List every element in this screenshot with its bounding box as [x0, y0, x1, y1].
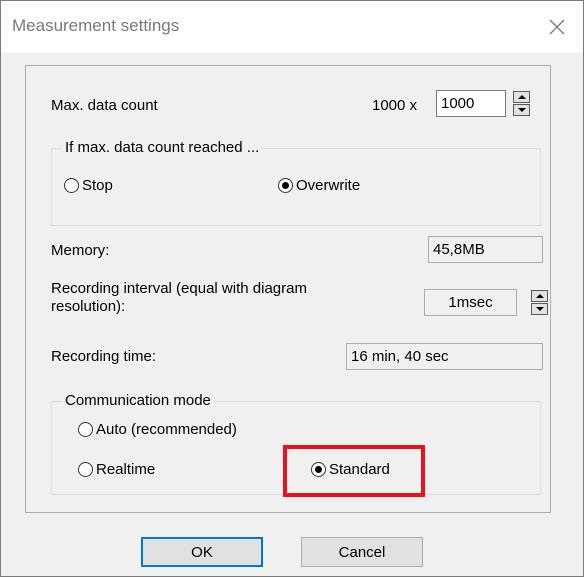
radio-realtime[interactable]: Realtime [78, 461, 155, 478]
max-data-count-input[interactable]: 1000 [436, 90, 506, 117]
radio-circle-icon [78, 422, 93, 437]
limit-reached-legend: If max. data count reached ... [62, 139, 263, 156]
ok-button[interactable]: OK [141, 537, 263, 567]
spin-up-icon[interactable] [531, 290, 548, 302]
close-icon [549, 19, 565, 35]
recording-time-value: 16 min, 40 sec [346, 343, 543, 370]
multiplier-label: 1000 x [372, 97, 418, 114]
radio-stop[interactable]: Stop [64, 177, 113, 194]
window-title: Measurement settings [12, 16, 180, 35]
radio-auto[interactable]: Auto (recommended) [78, 421, 237, 438]
radio-stop-label: Stop [82, 177, 113, 194]
spin-up-icon[interactable] [513, 91, 530, 103]
limit-reached-group: If max. data count reached ... Stop Over… [51, 139, 541, 226]
measurement-settings-dialog: Measurement settings Max. data count 100… [0, 0, 584, 577]
radio-overwrite-label: Overwrite [296, 177, 361, 194]
radio-auto-label: Auto (recommended) [96, 421, 237, 438]
radio-overwrite[interactable]: Overwrite [278, 177, 360, 194]
recording-interval-spinner[interactable] [531, 290, 548, 316]
memory-label: Memory: [51, 242, 110, 259]
recording-time-label: Recording time: [51, 348, 157, 365]
radio-circle-icon [64, 178, 79, 193]
highlight-box [283, 445, 425, 497]
recording-interval-label: Recording interval (equal with diagram r… [51, 280, 307, 316]
title-bar: Measurement settings [1, 1, 583, 53]
close-button[interactable] [531, 1, 583, 53]
radio-selected-icon [278, 178, 293, 193]
recording-interval-label-line1: Recording interval (equal with diagram [51, 280, 307, 297]
communication-mode-legend: Communication mode [62, 392, 214, 409]
spin-down-icon[interactable] [513, 104, 530, 116]
recording-interval-label-line2: resolution): [51, 298, 126, 315]
spin-down-icon[interactable] [531, 303, 548, 315]
radio-realtime-label: Realtime [96, 461, 156, 478]
recording-interval-value: 1msec [424, 289, 517, 316]
cancel-button[interactable]: Cancel [301, 537, 423, 567]
memory-value: 45,8MB [428, 236, 543, 263]
max-data-count-spinner[interactable] [513, 91, 530, 117]
radio-circle-icon [78, 462, 93, 477]
max-data-count-label: Max. data count [51, 97, 158, 114]
